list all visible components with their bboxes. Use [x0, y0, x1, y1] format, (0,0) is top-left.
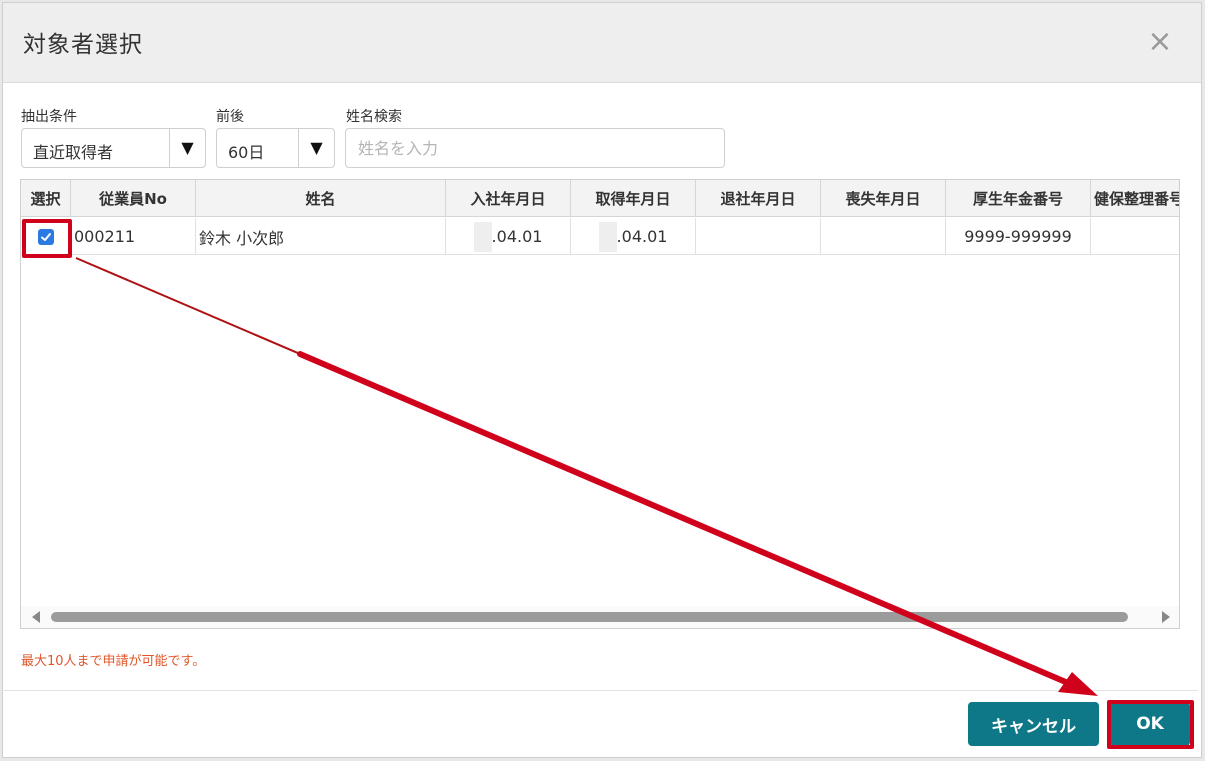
limit-note: 最大10人まで申請が可能です。: [21, 654, 206, 669]
pension-no-cell: 9999-999999: [946, 218, 1091, 255]
column-header-select[interactable]: 選択: [21, 180, 71, 217]
hire-date-value: .04.01: [491, 227, 543, 246]
column-header-name[interactable]: 姓名: [196, 180, 446, 217]
chevron-down-icon[interactable]: ▼: [169, 129, 205, 167]
table-header: 選択 従業員No 姓名 入社年月日 取得年月日 退社年月日 喪失年月日 厚生年金…: [21, 180, 1179, 217]
range-select-value: 60日: [228, 143, 265, 162]
table-row[interactable]: 000211 鈴木 小次郎 .04.01 .04.01 9999-999999: [21, 218, 1179, 255]
cancel-button[interactable]: キャンセル: [968, 702, 1099, 746]
retire-date-cell: [696, 218, 821, 255]
select-cell[interactable]: [21, 218, 71, 255]
chevron-down-icon[interactable]: ▼: [298, 129, 334, 167]
redaction-mask: [598, 221, 617, 252]
employee-no-cell: 000211: [71, 218, 196, 255]
ok-button[interactable]: OK: [1110, 702, 1190, 746]
scroll-left-icon[interactable]: [32, 611, 40, 623]
dialog-header: 対象者選択 ×: [3, 3, 1201, 83]
redaction-mask: [473, 221, 492, 252]
condition-select[interactable]: 直近取得者 ▼: [21, 128, 206, 168]
name-search-input[interactable]: [345, 128, 725, 168]
condition-select-value: 直近取得者: [33, 143, 114, 162]
close-icon[interactable]: ×: [1147, 27, 1173, 57]
horizontal-scrollbar[interactable]: [21, 606, 1179, 628]
footer-divider: [0, 690, 1198, 691]
dialog-title: 対象者選択: [23, 32, 143, 58]
scroll-thumb[interactable]: [51, 612, 1128, 622]
check-icon: [40, 232, 51, 241]
scroll-right-icon[interactable]: [1162, 611, 1170, 623]
hire-date-cell: .04.01: [446, 218, 571, 255]
column-header-hire-date[interactable]: 入社年月日: [446, 180, 571, 217]
name-search-label: 姓名検索: [346, 109, 402, 125]
employee-table: 選択 従業員No 姓名 入社年月日 取得年月日 退社年月日 喪失年月日 厚生年金…: [20, 179, 1180, 629]
range-label: 前後: [216, 109, 244, 125]
column-header-pension-no[interactable]: 厚生年金番号: [946, 180, 1091, 217]
insurance-no-cell: [1091, 218, 1179, 255]
acquisition-date-cell: .04.01: [571, 218, 696, 255]
row-select-checkbox[interactable]: [37, 228, 54, 245]
loss-date-cell: [821, 218, 946, 255]
condition-label: 抽出条件: [21, 109, 77, 125]
acquisition-date-value: .04.01: [616, 227, 668, 246]
column-header-employee-no[interactable]: 従業員No: [71, 180, 196, 217]
column-header-insurance-no[interactable]: 健保整理番号: [1091, 180, 1179, 217]
column-header-loss-date[interactable]: 喪失年月日: [821, 180, 946, 217]
column-header-retire-date[interactable]: 退社年月日: [696, 180, 821, 217]
range-select[interactable]: 60日 ▼: [216, 128, 335, 168]
name-cell: 鈴木 小次郎: [196, 218, 446, 255]
column-header-acquisition-date[interactable]: 取得年月日: [571, 180, 696, 217]
